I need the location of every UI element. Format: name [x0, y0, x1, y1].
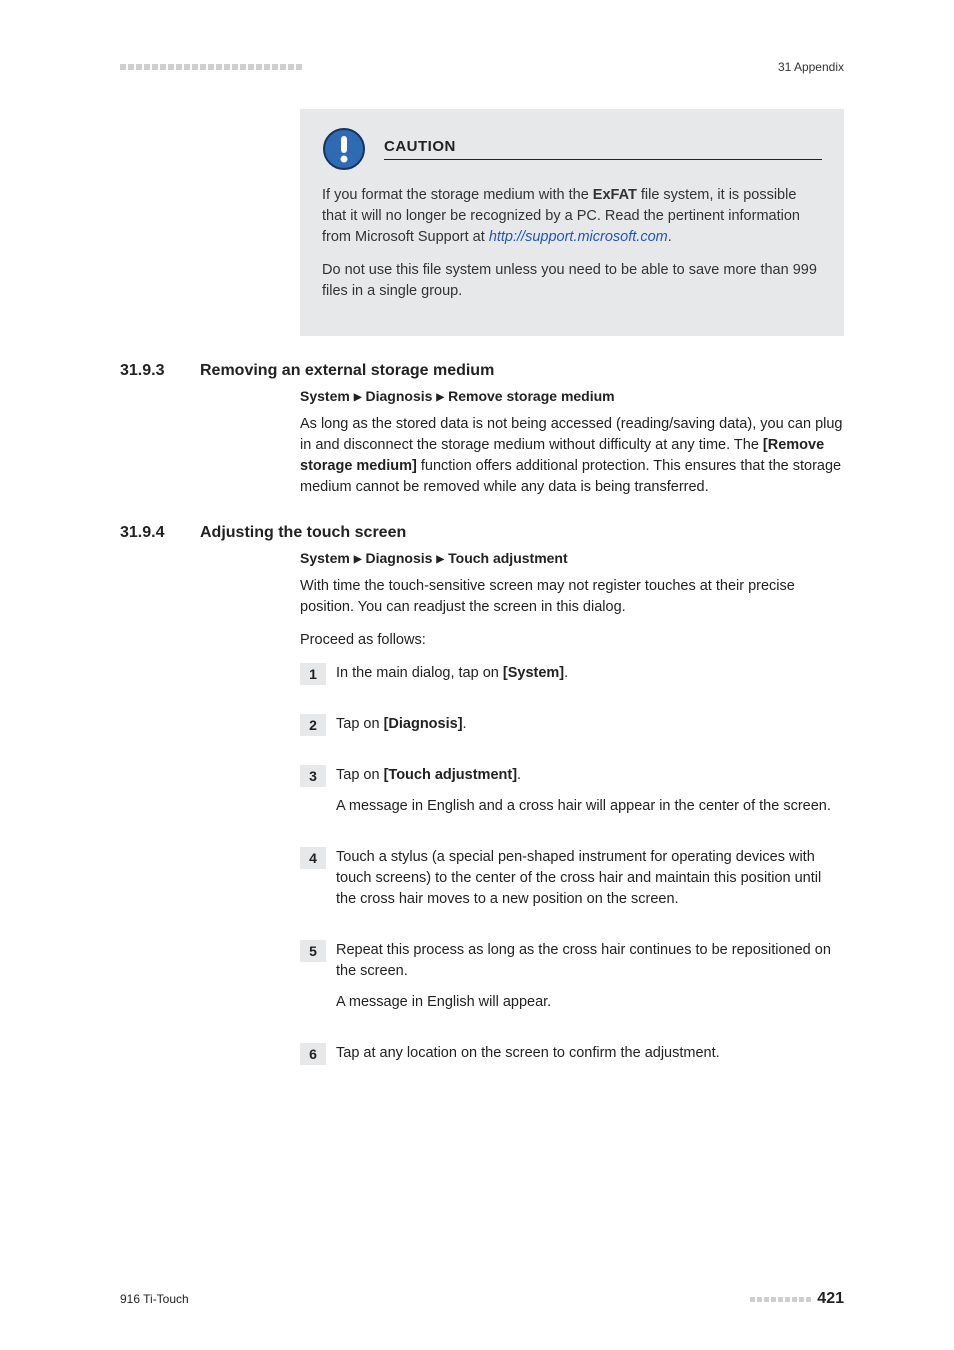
text: Touch a stylus (a special pen-shaped ins… — [336, 847, 844, 910]
section-heading: Removing an external storage medium — [200, 362, 844, 380]
text: Repeat this process as long as the cross… — [336, 940, 844, 982]
crumb: Diagnosis — [366, 388, 433, 404]
page-footer: 916 Ti-Touch 421 — [120, 1290, 844, 1308]
text-bold: [Touch adjustment] — [384, 767, 517, 783]
text: . — [517, 767, 521, 783]
crumb: Diagnosis — [366, 550, 433, 566]
section-body: System▶Diagnosis▶Remove storage medium A… — [300, 388, 844, 498]
page-number: 421 — [817, 1290, 844, 1308]
breadcrumb-separator-icon: ▶ — [354, 554, 362, 565]
chapter-label: 31 Appendix — [778, 60, 844, 74]
step-5: 5 Repeat this process as long as the cro… — [300, 940, 844, 1023]
caution-block: CAUTION If you format the storage medium… — [300, 109, 844, 336]
step-number: 5 — [300, 940, 326, 962]
support-link[interactable]: http://support.microsoft.com — [489, 229, 668, 245]
text-bold: [Diagnosis] — [384, 716, 463, 732]
crumb: System — [300, 550, 350, 566]
caution-header: CAUTION — [322, 127, 822, 171]
step-6: 6 Tap at any location on the screen to c… — [300, 1043, 844, 1074]
step-3: 3 Tap on [Touch adjustment]. A message i… — [300, 765, 844, 827]
text: . — [463, 716, 467, 732]
section-number: 31.9.4 — [120, 524, 200, 550]
section-number: 31.9.3 — [120, 362, 200, 388]
page-header: 31 Appendix — [120, 60, 844, 74]
caution-title: CAUTION — [384, 138, 822, 160]
breadcrumb-separator-icon: ▶ — [436, 554, 444, 565]
crumb: Remove storage medium — [448, 388, 615, 404]
section-31-9-3: 31.9.3 Removing an external storage medi… — [120, 362, 844, 388]
footer-left: 916 Ti-Touch — [120, 1292, 189, 1306]
text: . — [564, 665, 568, 681]
step-body: Touch a stylus (a special pen-shaped ins… — [336, 847, 844, 920]
caution-icon — [322, 127, 366, 171]
step-number: 6 — [300, 1043, 326, 1065]
breadcrumb: System▶Diagnosis▶Touch adjustment — [300, 550, 844, 566]
header-decor — [120, 64, 302, 70]
step-body: Tap on [Diagnosis]. — [336, 714, 844, 745]
caution-p2: Do not use this file system unless you n… — [322, 260, 822, 302]
text: A message in English and a cross hair wi… — [336, 796, 844, 817]
section-body: System▶Diagnosis▶Touch adjustment With t… — [300, 550, 844, 651]
step-body: Repeat this process as long as the cross… — [336, 940, 844, 1023]
page: 31 Appendix CAUTION If you format the st… — [0, 0, 954, 1350]
text: As long as the stored data is not being … — [300, 416, 842, 453]
step-1: 1 In the main dialog, tap on [System]. — [300, 663, 844, 694]
step-number: 3 — [300, 765, 326, 787]
step-number: 2 — [300, 714, 326, 736]
step-number: 4 — [300, 847, 326, 869]
paragraph: Proceed as follows: — [300, 630, 844, 651]
crumb: Touch adjustment — [448, 550, 568, 566]
text: . — [668, 229, 672, 245]
crumb: System — [300, 388, 350, 404]
breadcrumb-separator-icon: ▶ — [354, 392, 362, 403]
step-body: Tap on [Touch adjustment]. A message in … — [336, 765, 844, 827]
breadcrumb: System▶Diagnosis▶Remove storage medium — [300, 388, 844, 404]
step-body: In the main dialog, tap on [System]. — [336, 663, 844, 694]
text: Tap on — [336, 767, 384, 783]
step-number: 1 — [300, 663, 326, 685]
text: Tap at any location on the screen to con… — [336, 1043, 844, 1064]
footer-right: 421 — [750, 1290, 844, 1308]
text-bold: ExFAT — [593, 187, 637, 203]
section-31-9-4: 31.9.4 Adjusting the touch screen — [120, 524, 844, 550]
step-2: 2 Tap on [Diagnosis]. — [300, 714, 844, 745]
caution-body: If you format the storage medium with th… — [322, 185, 822, 302]
caution-p1: If you format the storage medium with th… — [322, 185, 822, 248]
breadcrumb-separator-icon: ▶ — [436, 392, 444, 403]
footer-decor — [750, 1297, 811, 1302]
text: In the main dialog, tap on — [336, 665, 503, 681]
text: If you format the storage medium with th… — [322, 187, 593, 203]
step-body: Tap at any location on the screen to con… — [336, 1043, 844, 1074]
text: Tap on — [336, 716, 384, 732]
paragraph: With time the touch-sensitive screen may… — [300, 576, 844, 618]
text-bold: [System] — [503, 665, 564, 681]
step-4: 4 Touch a stylus (a special pen-shaped i… — [300, 847, 844, 920]
paragraph: As long as the stored data is not being … — [300, 414, 844, 498]
section-heading: Adjusting the touch screen — [200, 524, 844, 542]
step-list: 1 In the main dialog, tap on [System]. 2… — [300, 663, 844, 1074]
text: A message in English will appear. — [336, 992, 844, 1013]
